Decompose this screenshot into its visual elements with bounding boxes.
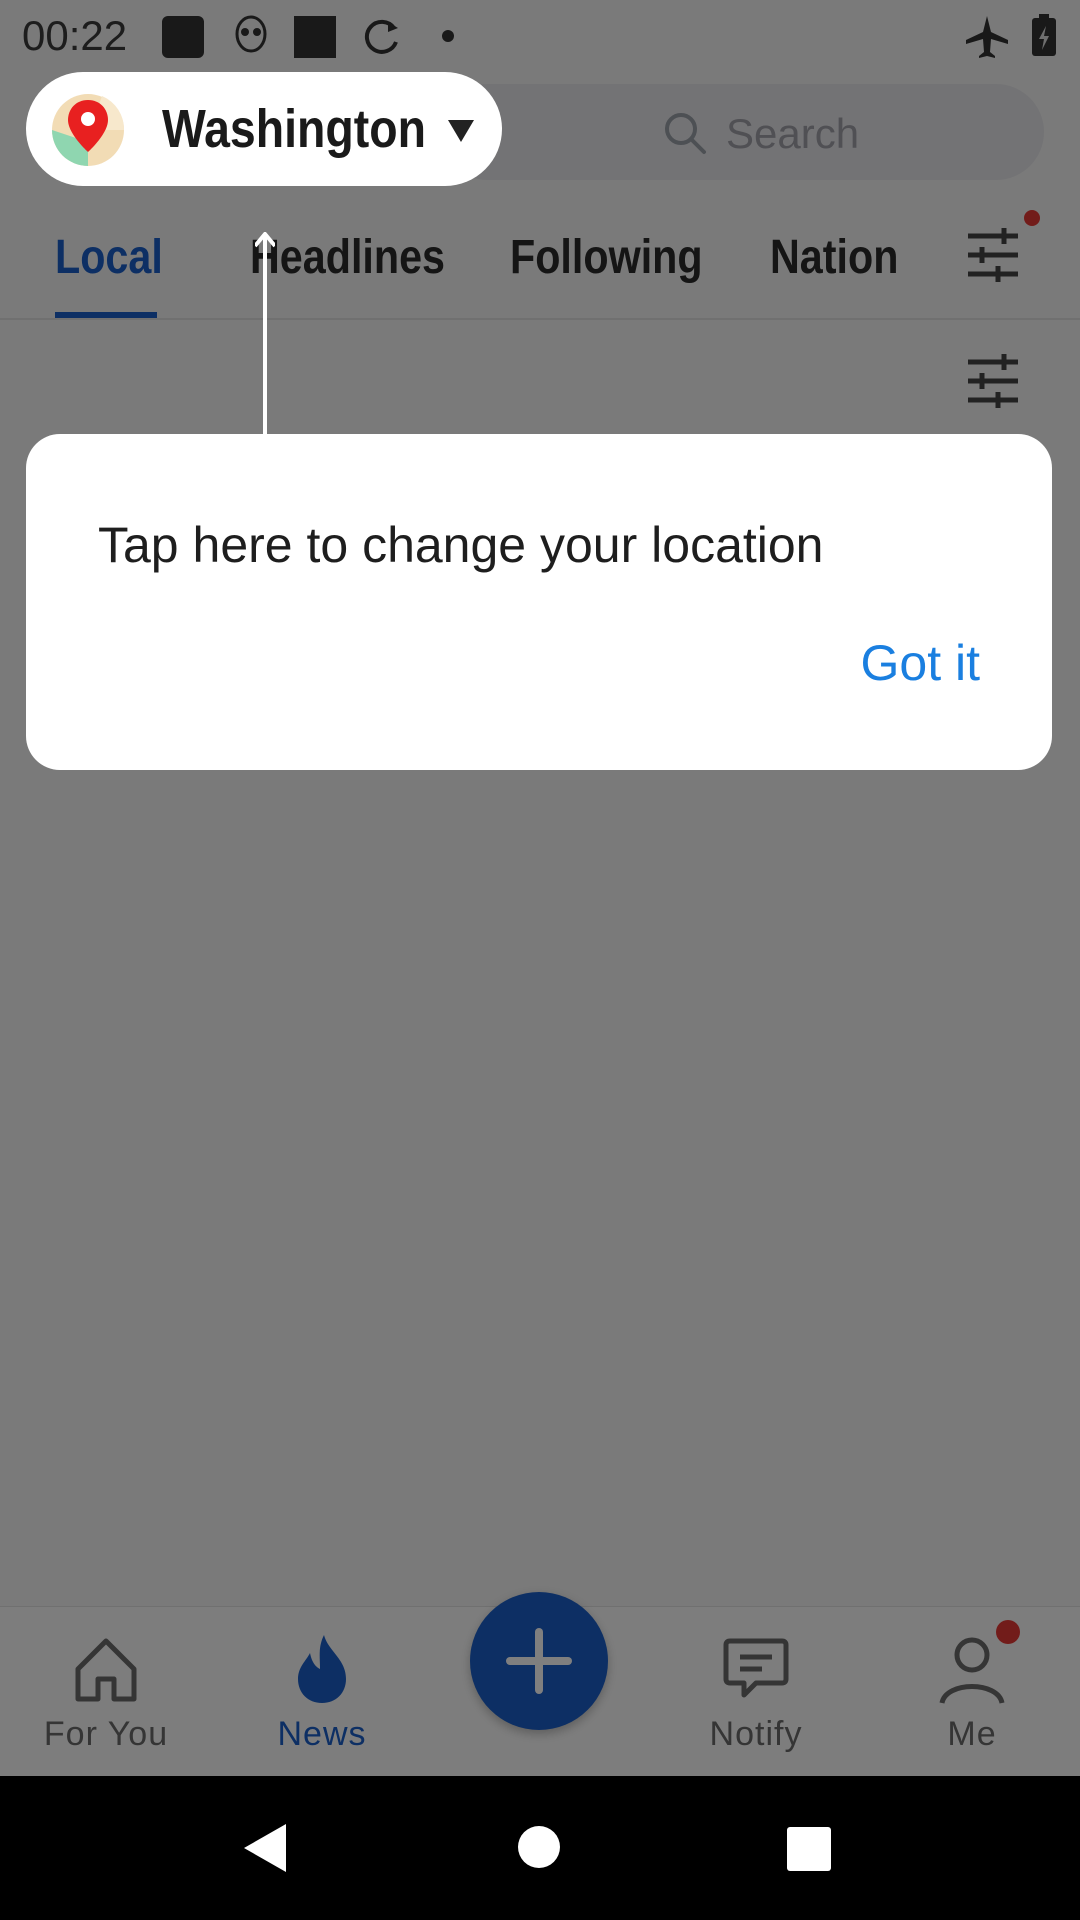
location-name: Washington <box>162 99 426 159</box>
chevron-down-icon <box>448 120 474 142</box>
tooltip-arrow-icon <box>255 232 275 436</box>
system-navigation-bar <box>0 1776 1080 1920</box>
back-icon[interactable] <box>240 1820 290 1876</box>
map-pin-icon <box>52 94 125 166</box>
tooltip-message: Tap here to change your location <box>98 517 824 573</box>
location-tooltip: Tap here to change your location Got it <box>26 434 1052 770</box>
got-it-button[interactable]: Got it <box>861 634 980 692</box>
location-selector[interactable]: Washington <box>26 72 502 186</box>
overlay-scrim[interactable] <box>0 0 1080 1776</box>
recents-icon[interactable] <box>786 1826 832 1872</box>
home-button-icon[interactable] <box>516 1824 562 1870</box>
